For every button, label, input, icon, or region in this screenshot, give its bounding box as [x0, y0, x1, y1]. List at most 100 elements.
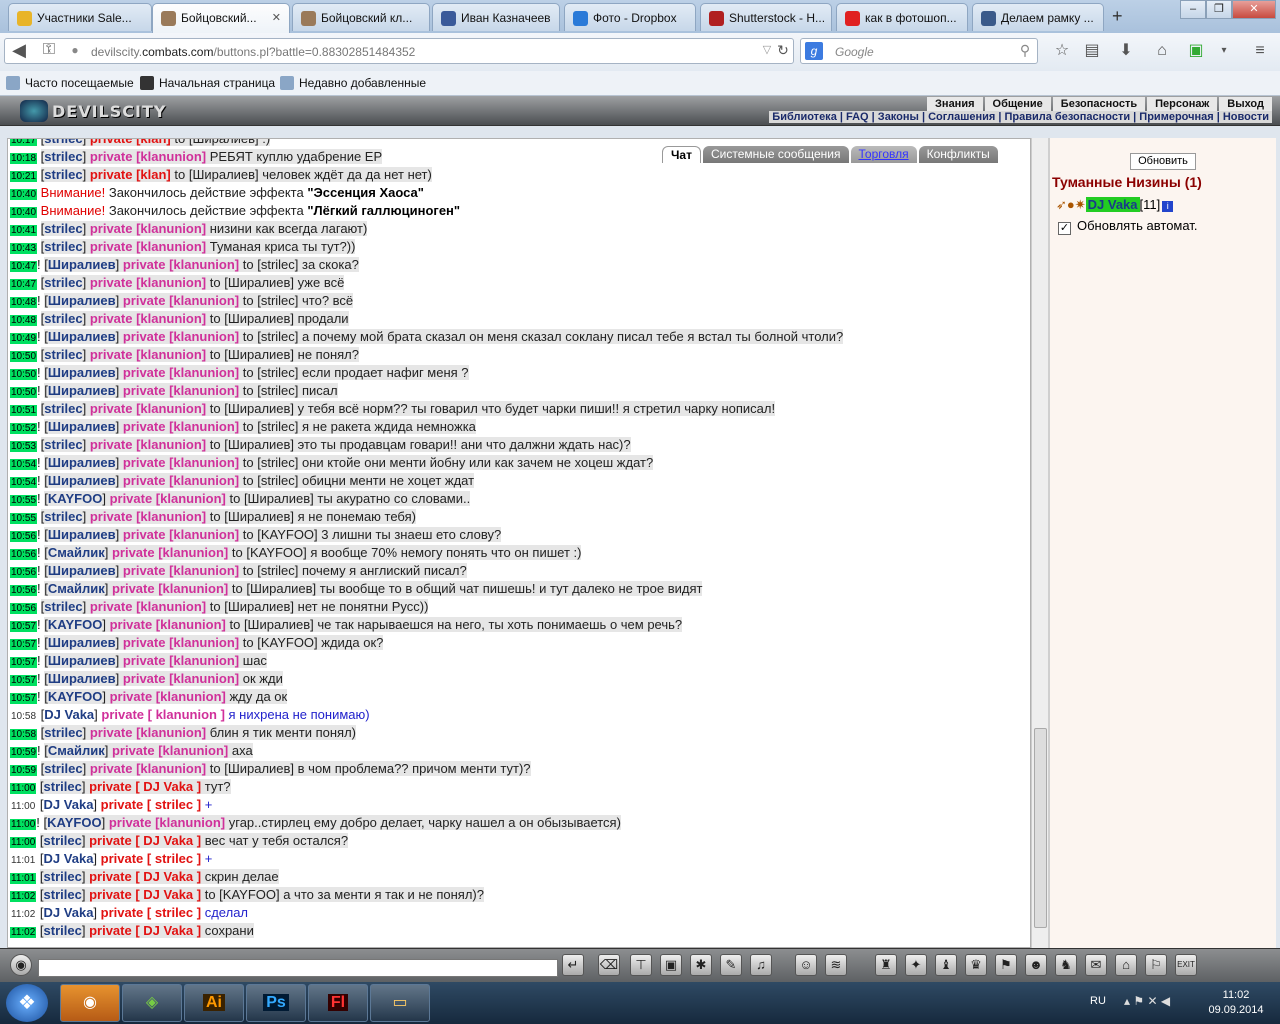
private-target[interactable]: private [klanunion] [123, 671, 239, 686]
message-time[interactable]: 11:00 [10, 819, 37, 830]
eraser-icon[interactable]: ⌫ [598, 954, 620, 976]
pencil-icon[interactable]: ✎ [720, 954, 742, 976]
sender-name[interactable]: strilec [44, 167, 82, 182]
message-time[interactable]: 11:00 [10, 783, 37, 794]
private-target[interactable]: private [klanunion] [109, 815, 225, 830]
back-icon[interactable]: ◀ [9, 41, 29, 61]
message-time[interactable]: 10:57 [10, 621, 38, 632]
sender-name[interactable]: strilec [44, 509, 82, 524]
google-icon[interactable]: g [805, 42, 823, 60]
message-time[interactable]: 11:02 [10, 891, 37, 902]
message-time[interactable]: 10:57 [10, 675, 38, 686]
message-time[interactable]: 11:02 [10, 909, 36, 920]
sender-name[interactable]: Смайлик [48, 581, 105, 596]
chat-mode-icon[interactable]: ◉ [10, 954, 32, 976]
private-target[interactable]: private [klanunion] [123, 473, 239, 488]
tab-system-messages[interactable]: Системные сообщения [702, 146, 849, 163]
message-time[interactable]: 10:55 [10, 513, 38, 524]
private-target[interactable]: private [klanunion] [123, 635, 239, 650]
sender-name[interactable]: strilec [44, 761, 82, 776]
sender-name[interactable]: strilec [44, 149, 82, 164]
sender-name[interactable]: Ширалиев [48, 473, 116, 488]
private-target[interactable]: private [klanunion] [123, 653, 239, 668]
sender-name[interactable]: KAYFOO [48, 617, 102, 632]
save-icon[interactable]: ▣ [660, 954, 682, 976]
sender-name[interactable]: strilec [44, 239, 82, 254]
sender-name[interactable]: Ширалиев [48, 257, 116, 272]
sender-name[interactable]: Ширалиев [48, 527, 116, 542]
mail-icon[interactable]: ✉ [1085, 954, 1107, 976]
private-target[interactable]: private [ DJ Vaka ] [89, 887, 201, 902]
taskbar-photoshop[interactable]: Ps [246, 984, 306, 1022]
private-target[interactable]: private [klanunion] [123, 365, 239, 380]
message-time[interactable]: 10:54 [10, 477, 38, 488]
message-time[interactable]: 10:53 [10, 441, 38, 452]
inventory-icon[interactable]: ♜ [875, 954, 897, 976]
private-target[interactable]: private [klanunion] [112, 545, 228, 560]
private-target[interactable]: private [klanunion] [123, 257, 239, 272]
private-target[interactable]: private [ klanunion ] [101, 707, 225, 722]
exit-icon[interactable]: EXIT [1175, 954, 1197, 976]
sender-name[interactable]: Ширалиев [48, 653, 116, 668]
sender-name[interactable]: strilec [44, 221, 82, 236]
sender-name[interactable]: Ширалиев [48, 383, 116, 398]
private-target[interactable]: private [klanunion] [123, 455, 239, 470]
message-time[interactable]: 10:47 [10, 261, 38, 272]
message-time[interactable]: 10:18 [10, 153, 38, 164]
private-target[interactable]: private [ strilec ] [101, 797, 201, 812]
identity-key-icon[interactable]: ⚿ [39, 41, 59, 61]
sender-name[interactable]: strilec [44, 311, 82, 326]
new-tab-button[interactable]: + [1112, 6, 1123, 27]
private-target[interactable]: private [klanunion] [123, 329, 239, 344]
language-indicator[interactable]: RU [1090, 995, 1106, 1007]
sender-name[interactable]: DJ Vaka [44, 707, 94, 722]
sender-name[interactable]: strilec [44, 725, 82, 740]
browser-tab[interactable]: Фото - Dropbox [564, 3, 696, 31]
star-icon[interactable]: ☆ [1052, 42, 1072, 62]
bookmark-most-visited[interactable]: Часто посещаемые [6, 76, 134, 90]
send-icon[interactable]: ↵ [562, 954, 584, 976]
private-target[interactable]: private [klanunion] [112, 743, 228, 758]
private-target[interactable]: private [klanunion] [90, 311, 206, 326]
search-input[interactable]: Google [835, 45, 874, 59]
refresh-button[interactable]: Обновить [1130, 153, 1196, 170]
message-time[interactable]: 11:00 [10, 801, 36, 812]
translit-icon[interactable]: ≋ [825, 954, 847, 976]
menu-social[interactable]: Общение [984, 97, 1051, 111]
message-time[interactable]: 11:01 [10, 873, 37, 884]
sender-name[interactable]: DJ Vaka [44, 905, 94, 920]
private-target[interactable]: private [klanunion] [90, 725, 206, 740]
taskbar-illustrator[interactable]: Ai [184, 984, 244, 1022]
message-time[interactable]: 10:59 [10, 747, 38, 758]
sender-name[interactable]: strilec [44, 923, 82, 938]
private-target[interactable]: private [klanunion] [123, 383, 239, 398]
sender-name[interactable]: Ширалиев [48, 455, 116, 470]
sender-name[interactable]: Ширалиев [48, 329, 116, 344]
bookmark-home-page[interactable]: Начальная страница [140, 76, 275, 90]
addon-dropdown-icon[interactable]: ▾ [1214, 42, 1234, 62]
emote-icon[interactable]: ✱ [690, 954, 712, 976]
browser-tab[interactable]: Shutterstock - Н... [700, 3, 832, 31]
message-time[interactable]: 10:55 [10, 495, 38, 506]
message-time[interactable]: 11:02 [10, 927, 37, 938]
taskbar-explorer[interactable]: ▭ [370, 984, 430, 1022]
private-target[interactable]: private [ strilec ] [101, 905, 201, 920]
url-text[interactable]: devilscity.combats.com/buttons.pl?battle… [91, 45, 415, 59]
private-target[interactable]: private [ DJ Vaka ] [89, 923, 201, 938]
tray-icons[interactable]: ▴ ⚑ ✕ ◀ [1124, 994, 1170, 1008]
taskbar-app[interactable]: ◈ [122, 984, 182, 1022]
private-target[interactable]: private [ strilec ] [101, 851, 201, 866]
message-time[interactable]: 10:51 [10, 405, 38, 416]
message-time[interactable]: 10:40 [10, 189, 38, 200]
minimize-button[interactable]: – [1180, 0, 1206, 19]
menu-icon[interactable]: ≡ [1250, 42, 1270, 62]
taskbar-firefox[interactable]: ◉ [60, 984, 120, 1022]
message-time[interactable]: 10:48 [10, 297, 38, 308]
private-target[interactable]: private [klanunion] [90, 275, 206, 290]
address-bar[interactable]: ◀ ⚿ ● devilscity.combats.com/buttons.pl?… [4, 38, 794, 64]
message-time[interactable]: 10:58 [10, 729, 38, 740]
private-target[interactable]: private [klanunion] [90, 599, 206, 614]
private-target[interactable]: private [klanunion] [90, 761, 206, 776]
scrollbar-thumb[interactable] [1034, 728, 1047, 928]
game-sub-menu[interactable]: Библиотека | FAQ | Законы | Соглашения |… [769, 111, 1272, 123]
